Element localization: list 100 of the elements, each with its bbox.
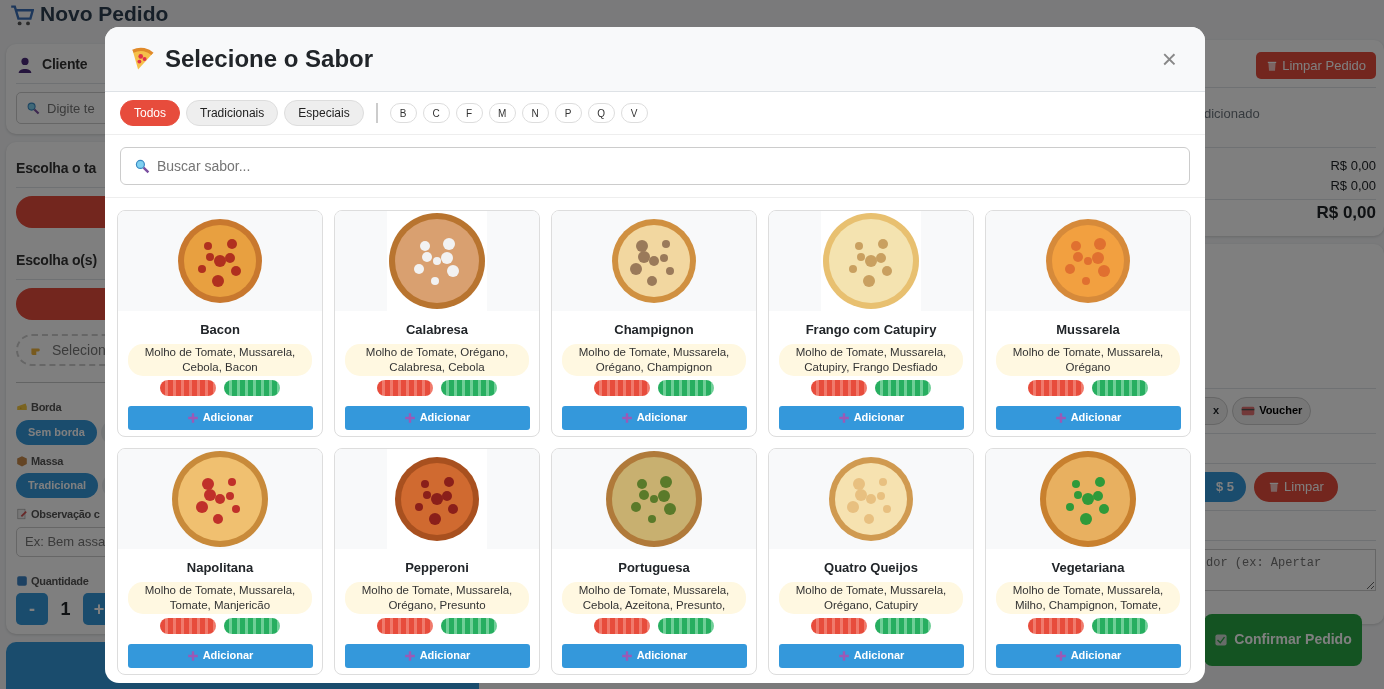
blurred-price bbox=[377, 379, 433, 396]
add-button[interactable]: Adicionar bbox=[127, 643, 313, 668]
option-pill[interactable]: Sem borda bbox=[16, 419, 97, 445]
check-icon bbox=[1214, 632, 1229, 647]
blurred-price bbox=[811, 617, 867, 634]
voucher-button[interactable]: Voucher bbox=[1232, 396, 1312, 425]
quantity-value: 1 bbox=[59, 597, 72, 621]
field-label: Massa bbox=[31, 453, 64, 469]
field-label: Quantidade bbox=[31, 573, 89, 589]
blurred-price bbox=[160, 617, 216, 634]
flavor-name: Frango com Catupiry bbox=[805, 321, 937, 339]
blurred-price bbox=[1028, 379, 1084, 396]
notes-field[interactable]: dor (ex: Apertar bbox=[1204, 548, 1376, 591]
blurred-price bbox=[594, 617, 650, 634]
flavor-name: Vegetariana bbox=[1051, 559, 1125, 577]
letter-filter[interactable]: V bbox=[620, 103, 648, 123]
box-icon bbox=[16, 454, 28, 467]
letter-filter[interactable]: C bbox=[422, 103, 450, 123]
category-filter[interactable]: Todos bbox=[120, 100, 181, 126]
section-heading: Cliente bbox=[42, 55, 88, 74]
plus-icon bbox=[837, 649, 850, 662]
ingredients-text: Molho de Tomate, Mussarela, Orégano, Presunto bbox=[345, 581, 529, 614]
cart-icon bbox=[10, 3, 34, 27]
letter-filter[interactable]: P bbox=[554, 103, 582, 123]
payment-option[interactable]: x bbox=[1204, 396, 1229, 425]
ingredients-text: Molho de Tomate, Mussarela, Orégano, Catupiry bbox=[779, 581, 963, 614]
ingredients-text: Molho de Tomate, Mussarela, Orégano bbox=[996, 343, 1180, 376]
user-icon bbox=[16, 55, 34, 74]
trash-icon bbox=[1266, 59, 1279, 72]
blurred-price bbox=[224, 379, 280, 396]
total-value: R$ 0,00 bbox=[1315, 202, 1376, 224]
add-button[interactable]: Adicionar bbox=[561, 405, 747, 430]
plus-icon bbox=[620, 411, 633, 424]
plus-icon bbox=[186, 411, 199, 424]
blurred-price bbox=[1092, 379, 1148, 396]
flavor-name: Pepperoni bbox=[405, 559, 469, 577]
add-button[interactable]: Adicionar bbox=[778, 643, 964, 668]
plus-icon bbox=[403, 411, 416, 424]
flavor-name: Portuguesa bbox=[618, 559, 690, 577]
blurred-price bbox=[594, 379, 650, 396]
ingredients-text: Molho de Tomate, Mussarela, Milho, Champignon, Tomate, bbox=[996, 581, 1180, 614]
ingredients-text: Molho de Tomate, Mussarela, Orégano, Champignon bbox=[562, 343, 746, 376]
decrease-button[interactable]: - bbox=[16, 593, 48, 625]
field-label: Borda bbox=[31, 400, 62, 415]
blurred-price bbox=[1028, 617, 1084, 634]
flavor-name: Calabresa bbox=[405, 321, 469, 339]
subtotal-value: R$ 0,00 bbox=[1329, 157, 1376, 175]
add-button[interactable]: Adicionar bbox=[778, 405, 964, 430]
blurred-price bbox=[811, 379, 867, 396]
blurred-price bbox=[875, 617, 931, 634]
ingredients-text: Molho de Tomate, Mussarela, Cebola, Azeitona, Presunto, bbox=[562, 581, 746, 614]
plus-icon bbox=[1054, 649, 1067, 662]
letter-filter[interactable]: M bbox=[488, 103, 516, 123]
search-icon bbox=[134, 158, 150, 174]
ingredients-text: Molho de Tomate, Mussarela, Catupiry, Frango Desfiado bbox=[779, 343, 963, 376]
blurred-price bbox=[160, 379, 216, 396]
add-button[interactable]: Adicionar bbox=[344, 643, 530, 668]
modal-title: Selecione o Sabor bbox=[165, 44, 374, 74]
amount-chip[interactable]: $ 5 bbox=[1204, 471, 1247, 502]
letter-filter[interactable]: N bbox=[521, 103, 549, 123]
blurred-price bbox=[1092, 617, 1148, 634]
add-button[interactable]: Adicionar bbox=[995, 643, 1181, 668]
plus-icon bbox=[1054, 411, 1067, 424]
clear-order-button[interactable]: Limpar Pedido bbox=[1256, 52, 1376, 79]
memo-icon bbox=[16, 508, 28, 521]
add-button[interactable]: Adicionar bbox=[561, 643, 747, 668]
add-button[interactable]: Adicionar bbox=[995, 405, 1181, 430]
flavor-name: Champignon bbox=[614, 321, 694, 339]
search-icon bbox=[26, 101, 40, 115]
ingredients-text: Molho de Tomate, Mussarela, Cebola, Bacon bbox=[128, 343, 312, 376]
flavor-name: Mussarela bbox=[1056, 321, 1120, 339]
ingredients-text: Molho de Tomate, Mussarela, Tomate, Manjericão bbox=[128, 581, 312, 614]
blurred-price bbox=[875, 379, 931, 396]
plus-icon bbox=[620, 649, 633, 662]
numbers-icon bbox=[16, 574, 28, 587]
flavor-name: Napolitana bbox=[186, 559, 254, 577]
plus-icon bbox=[403, 649, 416, 662]
option-pill[interactable]: Tradicional bbox=[16, 473, 99, 498]
blurred-price bbox=[658, 379, 714, 396]
add-button[interactable]: Adicionar bbox=[344, 405, 530, 430]
blurred-price bbox=[377, 617, 433, 634]
blurred-price bbox=[441, 617, 497, 634]
clear-button[interactable]: Limpar bbox=[1254, 471, 1338, 502]
letter-filter[interactable]: F bbox=[455, 103, 483, 123]
flavor-name: Bacon bbox=[200, 321, 240, 339]
field-label: Observação c bbox=[31, 507, 100, 522]
confirm-order-button[interactable]: Confirmar Pedido bbox=[1204, 613, 1362, 666]
add-button[interactable]: Adicionar bbox=[127, 405, 313, 430]
flavor-name: Quatro Queijos bbox=[824, 559, 918, 577]
letter-filter[interactable]: Q bbox=[587, 103, 615, 123]
letter-filter[interactable]: B bbox=[389, 103, 417, 123]
page-title: Novo Pedido bbox=[40, 3, 169, 25]
category-filter[interactable]: Especiais bbox=[284, 100, 364, 126]
plus-icon bbox=[837, 411, 850, 424]
category-filter[interactable]: Tradicionais bbox=[186, 100, 279, 126]
close-button[interactable]: × bbox=[1157, 46, 1181, 72]
flavor-search-field[interactable]: Buscar sabor... bbox=[120, 147, 1190, 185]
blurred-price bbox=[658, 617, 714, 634]
blurred-price bbox=[224, 617, 280, 634]
trash-icon bbox=[1268, 480, 1281, 493]
